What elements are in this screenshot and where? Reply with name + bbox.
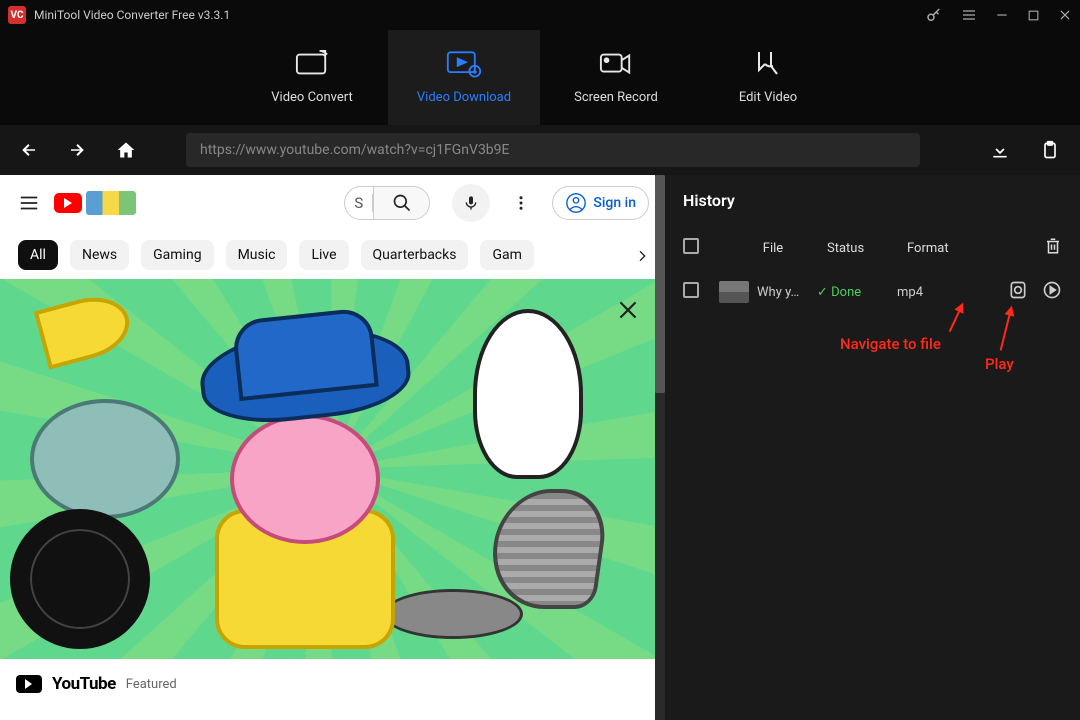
col-status: Status xyxy=(827,241,907,256)
tab-video-convert[interactable]: Video Convert xyxy=(236,30,388,125)
history-header-row: File Status Format xyxy=(683,228,1062,268)
navigate-to-file-icon[interactable] xyxy=(1008,280,1028,304)
hero-banner: YouTube Featured xyxy=(0,279,663,709)
chevron-right-icon[interactable] xyxy=(627,241,657,271)
history-panel: History File Status Format Why y… ✓ Done… xyxy=(665,175,1080,720)
sign-in-button[interactable]: Sign in xyxy=(552,186,649,220)
tab-video-download[interactable]: Video Download xyxy=(388,30,540,125)
download-button[interactable] xyxy=(990,140,1010,160)
tab-screen-record[interactable]: Screen Record xyxy=(540,30,692,125)
search-letter: S xyxy=(345,194,373,212)
more-icon[interactable] xyxy=(512,194,530,212)
chip-quarterbacks[interactable]: Quarterbacks xyxy=(361,240,469,270)
chip-more[interactable]: Gam xyxy=(480,240,533,270)
category-chips: All News Gaming Music Live Quarterbacks … xyxy=(0,231,663,279)
tab-edit-video[interactable]: Edit Video xyxy=(692,30,844,125)
chip-music[interactable]: Music xyxy=(226,240,288,270)
url-input[interactable] xyxy=(186,133,920,167)
clipboard-button[interactable] xyxy=(1040,140,1060,160)
chip-live[interactable]: Live xyxy=(299,240,348,270)
app-title: MiniTool Video Converter Free v3.3.1 xyxy=(34,8,925,22)
record-icon xyxy=(599,50,633,78)
chip-all[interactable]: All xyxy=(18,240,58,270)
back-button[interactable] xyxy=(20,141,38,159)
tab-label: Edit Video xyxy=(739,90,797,105)
title-bar: VC MiniTool Video Converter Free v3.3.1 xyxy=(0,0,1080,30)
browser-pane: S Sign in All News Gaming Music Live Qua… xyxy=(0,175,665,720)
main-area: S Sign in All News Gaming Music Live Qua… xyxy=(0,175,1080,720)
select-all-checkbox[interactable] xyxy=(683,238,699,254)
row-checkbox[interactable] xyxy=(683,282,699,298)
video-thumbnail xyxy=(719,281,749,303)
chip-news[interactable]: News xyxy=(70,240,129,270)
sign-in-label: Sign in xyxy=(593,195,636,211)
youtube-wordmark: YouTube xyxy=(52,674,116,694)
chip-gaming[interactable]: Gaming xyxy=(141,240,213,270)
history-title: History xyxy=(683,191,1062,210)
play-icon[interactable] xyxy=(1042,280,1062,304)
status-badge: ✓ Done xyxy=(817,285,897,300)
tab-label: Screen Record xyxy=(574,90,658,105)
hero-artwork xyxy=(0,279,663,659)
youtube-header: S Sign in xyxy=(0,175,663,231)
hamburger-icon[interactable] xyxy=(18,192,40,214)
mic-icon[interactable] xyxy=(452,184,490,222)
close-icon[interactable] xyxy=(1058,8,1072,22)
download-icon xyxy=(446,50,482,78)
annotation-play: Play xyxy=(985,355,1014,373)
hero-footer: YouTube Featured xyxy=(0,659,663,709)
user-icon xyxy=(565,192,587,214)
featured-label: Featured xyxy=(126,677,177,692)
main-tabs: Video Convert Video Download Screen Reco… xyxy=(0,30,1080,125)
edit-icon xyxy=(753,50,783,78)
format-label: mp4 xyxy=(897,285,967,300)
youtube-logo[interactable] xyxy=(54,191,136,215)
app-icon: VC xyxy=(8,6,26,24)
forward-button[interactable] xyxy=(68,141,86,159)
search-box[interactable]: S xyxy=(344,186,430,220)
delete-icon[interactable] xyxy=(1044,236,1062,260)
youtube-small-icon xyxy=(16,675,42,693)
convert-icon xyxy=(295,50,329,78)
close-icon[interactable] xyxy=(615,297,641,327)
maximize-icon[interactable] xyxy=(1027,9,1040,22)
key-icon[interactable] xyxy=(925,6,943,24)
tab-label: Video Download xyxy=(417,90,511,105)
scrollbar[interactable] xyxy=(655,175,665,720)
nav-bar xyxy=(0,125,1080,175)
doodle-icon xyxy=(86,191,136,215)
home-button[interactable] xyxy=(116,140,136,160)
file-name: Why y… xyxy=(757,285,817,300)
tab-label: Video Convert xyxy=(271,90,352,105)
col-file: File xyxy=(719,241,827,256)
annotation-navigate: Navigate to file xyxy=(840,335,941,353)
menu-icon[interactable] xyxy=(961,7,977,23)
search-icon[interactable] xyxy=(373,187,429,219)
col-format: Format xyxy=(907,241,987,256)
minimize-icon[interactable] xyxy=(995,8,1009,22)
